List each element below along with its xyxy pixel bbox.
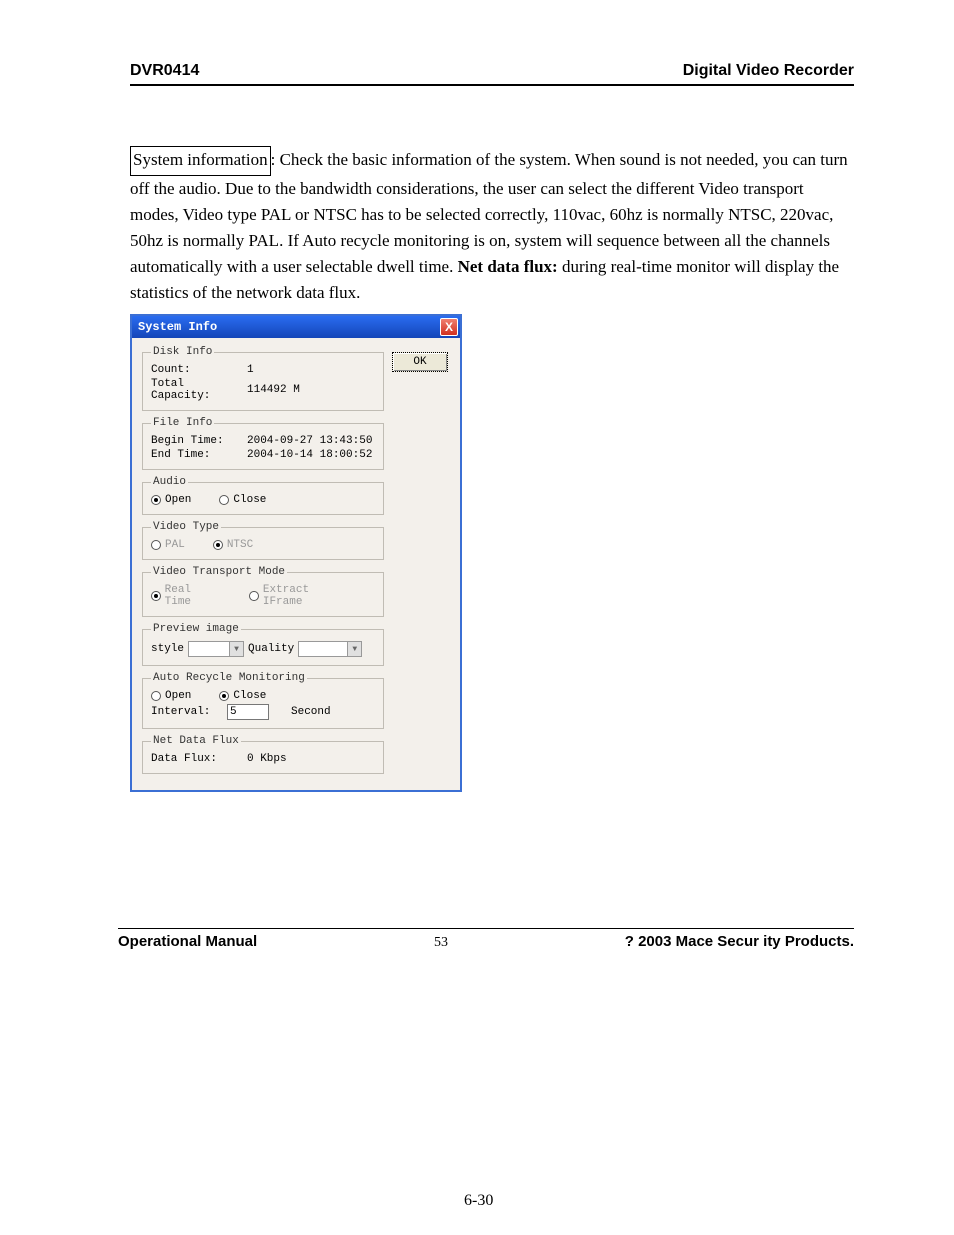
radio-icon xyxy=(151,591,161,601)
count-label: Count: xyxy=(151,364,243,376)
quality-label: Quality xyxy=(248,643,294,655)
interval-label: Interval: xyxy=(151,706,223,718)
disk-info-group: Disk Info Count: 1 Total Capacity: 11449… xyxy=(142,346,384,411)
page-number: 53 xyxy=(257,935,625,951)
data-flux-value: 0 Kbps xyxy=(247,753,287,765)
disk-info-legend: Disk Info xyxy=(151,346,214,358)
dialog-title: System Info xyxy=(138,320,217,334)
radio-icon xyxy=(219,691,229,701)
begin-time-label: Begin Time: xyxy=(151,435,243,447)
header-left: DVR0414 xyxy=(130,62,199,80)
auto-recycle-group: Auto Recycle Monitoring Open Close Inter… xyxy=(142,672,384,729)
style-label: style xyxy=(151,643,184,655)
audio-close-radio[interactable]: Close xyxy=(219,494,266,506)
titlebar[interactable]: System Info X xyxy=(132,316,460,338)
audio-group: Audio Open Close xyxy=(142,476,384,515)
begin-time-value: 2004-09-27 13:43:50 xyxy=(247,435,372,447)
header-right: Digital Video Recorder xyxy=(683,62,854,80)
video-transport-legend: Video Transport Mode xyxy=(151,566,287,578)
chevron-down-icon: ▼ xyxy=(347,642,361,656)
page-header: DVR0414 Digital Video Recorder xyxy=(130,62,854,86)
audio-open-radio[interactable]: Open xyxy=(151,494,191,506)
colon: : xyxy=(271,150,280,169)
radio-icon xyxy=(219,495,229,505)
net-data-flux-group: Net Data Flux Data Flux: 0 Kbps xyxy=(142,735,384,774)
radio-icon xyxy=(151,495,161,505)
footer-left: Operational Manual xyxy=(118,933,257,950)
system-information-label: System information xyxy=(130,146,271,176)
interval-input[interactable]: 5 xyxy=(227,704,269,720)
count-value: 1 xyxy=(247,364,254,376)
radio-icon xyxy=(213,540,223,550)
data-flux-label: Data Flux: xyxy=(151,753,243,765)
second-label: Second xyxy=(291,706,331,718)
figure-number: 6-30 xyxy=(464,1192,493,1210)
video-type-group: Video Type PAL NTSC xyxy=(142,521,384,560)
style-dropdown[interactable]: ▼ xyxy=(188,641,244,657)
capacity-label: Total Capacity: xyxy=(151,378,243,402)
video-type-legend: Video Type xyxy=(151,521,221,533)
file-info-group: File Info Begin Time: 2004-09-27 13:43:5… xyxy=(142,417,384,470)
end-time-value: 2004-10-14 18:00:52 xyxy=(247,449,372,461)
close-icon[interactable]: X xyxy=(440,318,458,336)
extract-iframe-radio[interactable]: Extract IFrame xyxy=(249,584,351,608)
real-time-radio[interactable]: Real Time xyxy=(151,584,221,608)
capacity-value: 114492 M xyxy=(247,384,300,396)
ok-button[interactable]: OK xyxy=(392,352,448,372)
pal-radio[interactable]: PAL xyxy=(151,539,185,551)
system-info-dialog: System Info X Disk Info Count: 1 Total C… xyxy=(130,314,462,792)
footer-right: ? 2003 Mace Secur ity Products. xyxy=(625,933,854,950)
recycle-open-radio[interactable]: Open xyxy=(151,690,191,702)
video-transport-group: Video Transport Mode Real Time Extract I… xyxy=(142,566,384,617)
chevron-down-icon: ▼ xyxy=(229,642,243,656)
preview-image-legend: Preview image xyxy=(151,623,241,635)
quality-dropdown[interactable]: ▼ xyxy=(298,641,362,657)
recycle-close-radio[interactable]: Close xyxy=(219,690,266,702)
audio-legend: Audio xyxy=(151,476,188,488)
end-time-label: End Time: xyxy=(151,449,243,461)
page-footer: Operational Manual 53 ? 2003 Mace Secur … xyxy=(118,928,854,951)
file-info-legend: File Info xyxy=(151,417,214,429)
radio-icon xyxy=(151,540,161,550)
net-data-flux-bold: Net data flux: xyxy=(458,257,558,276)
auto-recycle-legend: Auto Recycle Monitoring xyxy=(151,672,307,684)
radio-icon xyxy=(151,691,161,701)
preview-image-group: Preview image style ▼ Quality ▼ xyxy=(142,623,384,666)
ntsc-radio[interactable]: NTSC xyxy=(213,539,253,551)
radio-icon xyxy=(249,591,259,601)
net-data-flux-legend: Net Data Flux xyxy=(151,735,241,747)
body-paragraph: System information: Check the basic info… xyxy=(130,146,854,306)
